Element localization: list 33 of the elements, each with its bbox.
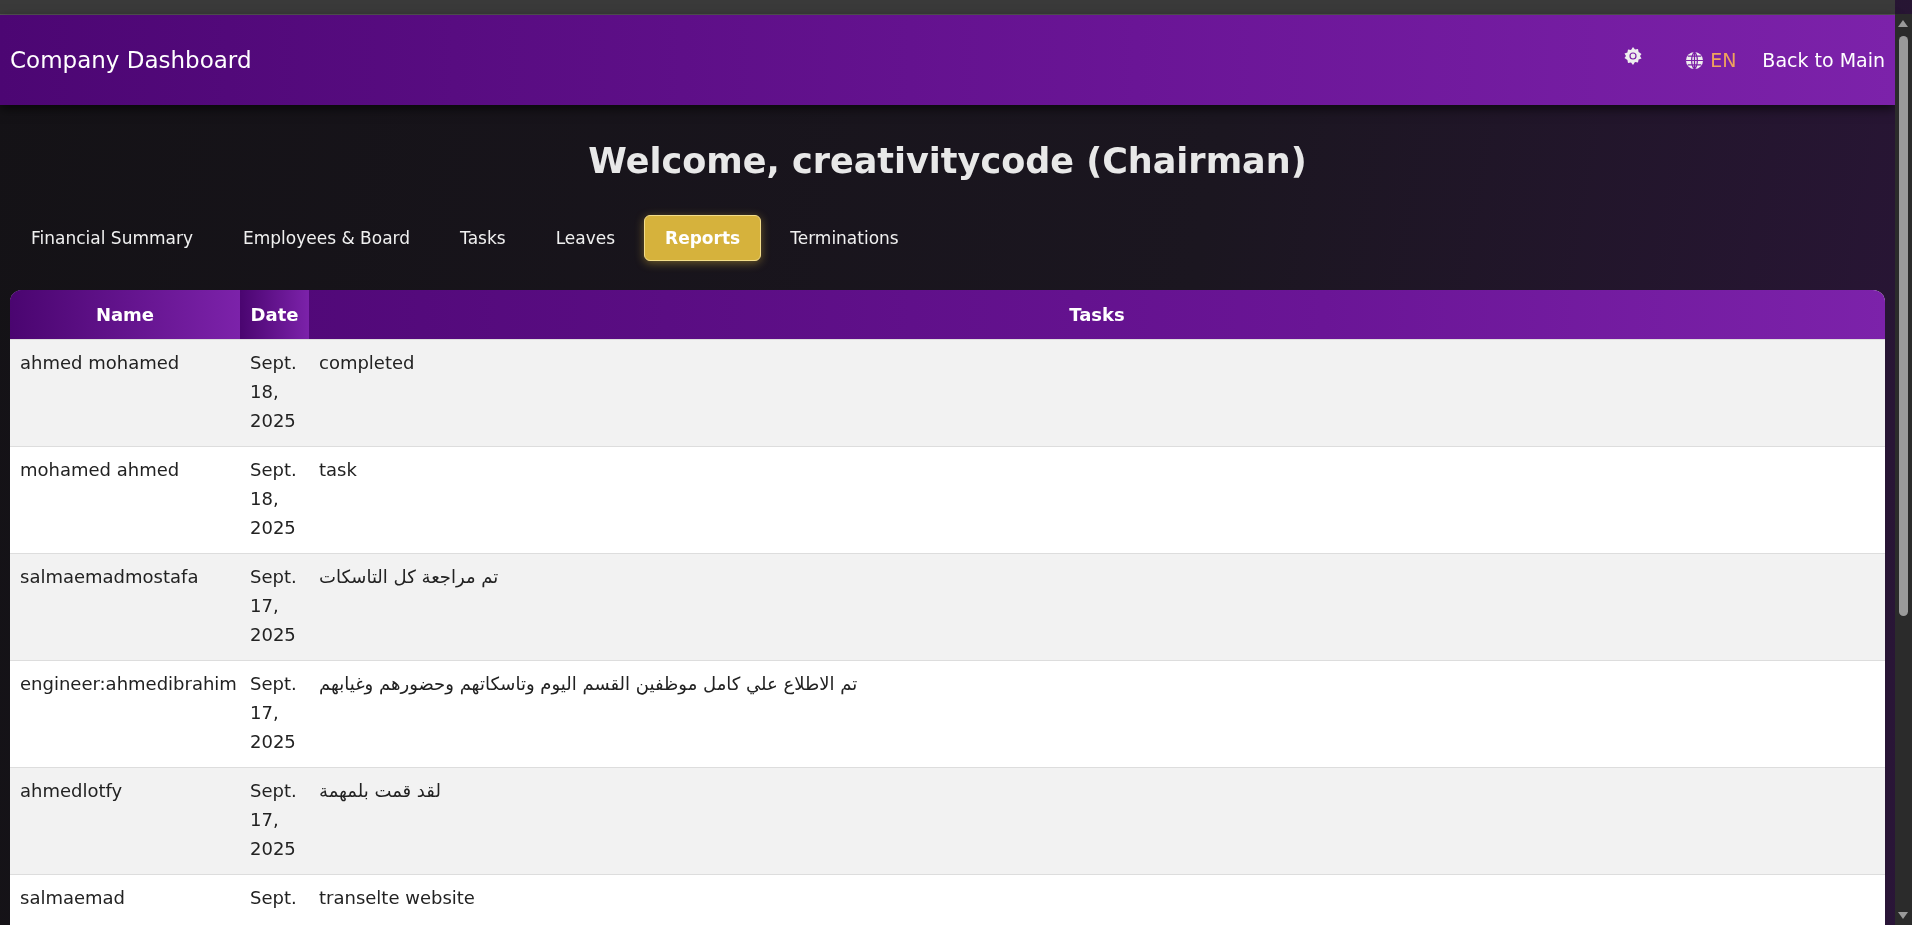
date-cell-text: Sept.	[249, 886, 298, 910]
name-cell-text: salmaemadmostafa	[19, 565, 200, 589]
nav-tab[interactable]: Employees & Board	[222, 215, 432, 261]
welcome-heading: Welcome, creativitycode (Chairman)	[587, 141, 1308, 181]
date-cell-text: Sept. 18, 2025	[249, 458, 298, 540]
task-cell-text: task	[318, 458, 358, 482]
name-cell-text: mohamed ahmed	[19, 458, 181, 482]
column-header: Date	[240, 290, 309, 339]
nav-tab[interactable]: Leaves	[534, 215, 637, 261]
date-cell-text: Sept. 17, 2025	[249, 565, 298, 647]
language-label[interactable]: EN	[1710, 49, 1737, 71]
nav-tab[interactable]: Terminations	[769, 215, 920, 261]
app-title: Company Dashboard	[10, 47, 252, 73]
globe-icon	[1685, 50, 1705, 70]
nav-tab[interactable]: Financial Summary	[10, 215, 214, 261]
name-cell-text: ahmedlotfy	[19, 779, 124, 803]
settings-icon[interactable]	[1623, 46, 1644, 66]
date-cell-text: Sept. 18, 2025	[249, 351, 298, 433]
back-to-main-link[interactable]: Back to Main	[1762, 49, 1885, 71]
task-cell-text: تم مراجعة كل التاسكات	[318, 565, 500, 590]
task-cell-text: تم الاطلاع علي كامل موظفين القسم اليوم وتاسكاتهم وحضورهم وغيابهم	[318, 672, 859, 697]
column-header: Name	[10, 290, 240, 339]
task-cell-text: لقد قمت بلمهمة	[318, 779, 442, 804]
nav-tab[interactable]: Tasks	[439, 215, 527, 261]
date-cell-text: Sept. 17, 2025	[249, 672, 298, 754]
scrollbar[interactable]	[1895, 14, 1912, 925]
name-cell-text: engineer:ahmedibrahim	[19, 672, 238, 696]
name-cell-text: ahmed mohamed	[19, 351, 181, 375]
date-cell-text: Sept. 17, 2025	[249, 779, 298, 861]
column-header: Tasks	[1068, 303, 1126, 327]
task-cell-text: transelte website	[318, 886, 476, 910]
name-cell-text: salmaemad	[19, 886, 127, 910]
task-cell-text: completed	[318, 351, 416, 375]
